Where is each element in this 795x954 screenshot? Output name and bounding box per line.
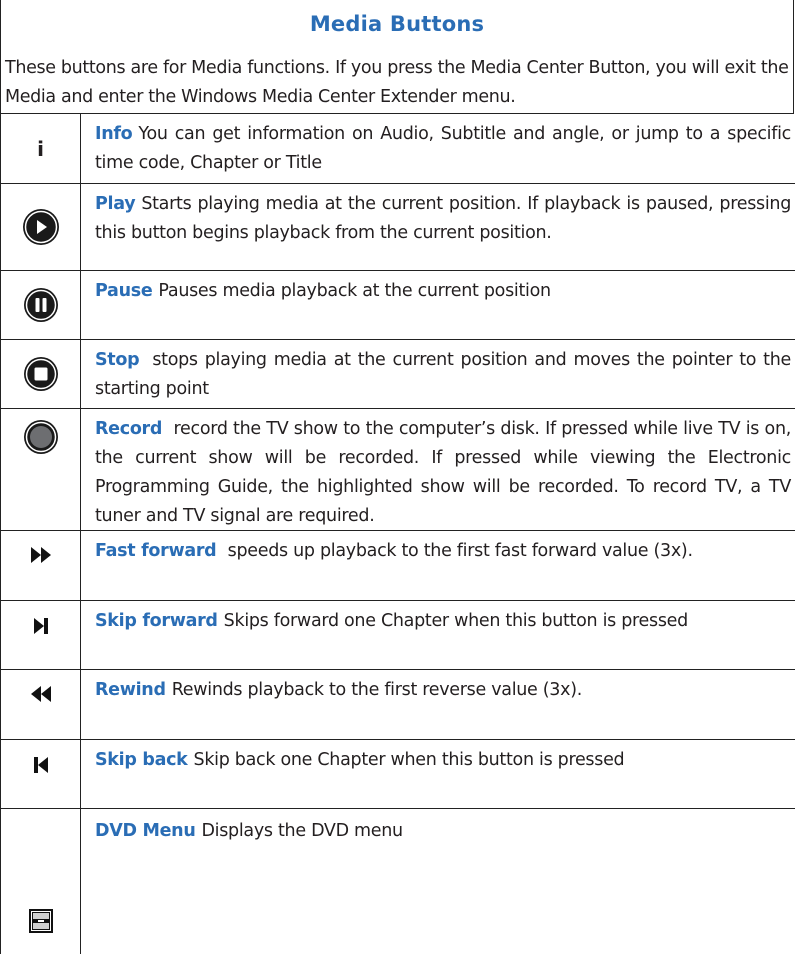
button-description: Starts playing media at the current posi… (95, 194, 791, 243)
icon-cell (0, 809, 81, 954)
row-text: Record record the TV show to the compute… (95, 415, 791, 531)
intro-paragraph: These buttons are for Media functions. I… (0, 48, 794, 114)
icon-cell (0, 340, 81, 408)
button-description: stops playing media at the current posit… (95, 350, 791, 399)
skip-back-icon (33, 757, 48, 773)
icon-cell (0, 271, 81, 339)
table-row-record: Record record the TV show to the compute… (0, 409, 795, 531)
button-description: Skip back one Chapter when this button i… (193, 750, 625, 770)
button-description: record the TV show to the computer’s dis… (95, 419, 791, 526)
icon-cell (0, 531, 81, 600)
dvd-menu-icon (28, 909, 53, 933)
media-buttons-page: Media Buttons These buttons are for Medi… (0, 0, 795, 954)
play-icon (22, 209, 59, 245)
table-row-dvd-menu: DVD Menu Displays the DVD menu (0, 809, 795, 954)
info-icon: i (37, 136, 44, 161)
row-text: Skip forward Skips forward one Chapter wh… (95, 607, 791, 636)
row-text: Skip back Skip back one Chapter when this… (95, 746, 791, 775)
table-row-rewind: Rewind Rewinds playback to the first reve… (0, 670, 795, 740)
button-description: Pauses media playback at the current pos… (158, 281, 551, 301)
row-text: Rewind Rewinds playback to the first reve… (95, 676, 791, 705)
button-description: Displays the DVD menu (201, 821, 404, 841)
row-text: DVD Menu Displays the DVD menu (95, 817, 791, 846)
table-row-fast-forward: Fast forward speeds up playback to the f… (0, 531, 795, 601)
table-row-skip-back: Skip back Skip back one Chapter when this… (0, 740, 795, 809)
icon-cell (0, 409, 81, 530)
row-text: Play Starts playing media at the current … (95, 190, 791, 248)
title-row: Media Buttons (0, 0, 794, 48)
icon-cell (0, 601, 81, 669)
table-row-skip-forward: Skip forward Skips forward one Chapter wh… (0, 601, 795, 670)
rewind-icon (30, 686, 51, 702)
table-row-info: i Info You can get information on Audio, … (0, 114, 795, 184)
button-description: You can get information on Audio, Subtit… (95, 124, 791, 173)
table-row-stop: Stop stops playing media at the current … (0, 340, 795, 409)
row-text: Fast forward speeds up playback to the f… (95, 537, 791, 566)
button-name: Skip forward (95, 611, 218, 631)
icon-cell (0, 740, 81, 808)
button-description: Rewinds playback to the first reverse va… (171, 680, 583, 700)
pause-icon (23, 288, 58, 322)
stop-icon (23, 357, 58, 391)
fast-forward-icon (30, 547, 51, 563)
skip-forward-icon (33, 618, 48, 634)
icon-cell (0, 670, 81, 739)
icon-cell: i (0, 114, 81, 183)
button-description: speeds up playback to the first fast for… (222, 541, 693, 561)
button-name: Record (95, 419, 163, 439)
icon-cell (0, 184, 81, 270)
row-text: Info You can get information on Audio, Su… (95, 120, 791, 178)
button-name: Fast forward (95, 541, 217, 561)
table-row-play: Play Starts playing media at the current … (0, 184, 795, 271)
page-title: Media Buttons (309, 12, 485, 36)
button-name: DVD Menu (95, 821, 196, 841)
button-name: Skip back (95, 750, 188, 770)
button-name: Stop (95, 350, 140, 370)
row-text: Pause Pauses media playback at the curren… (95, 277, 791, 306)
button-name: Pause (95, 281, 153, 301)
button-description: Skips forward one Chapter when this butt… (223, 611, 689, 631)
button-name: Info (95, 124, 133, 144)
button-name: Play (95, 194, 136, 214)
record-icon (23, 420, 58, 454)
row-text: Stop stops playing media at the current … (95, 346, 791, 404)
table-row-pause: Pause Pauses media playback at the curren… (0, 271, 795, 340)
button-name: Rewind (95, 680, 166, 700)
